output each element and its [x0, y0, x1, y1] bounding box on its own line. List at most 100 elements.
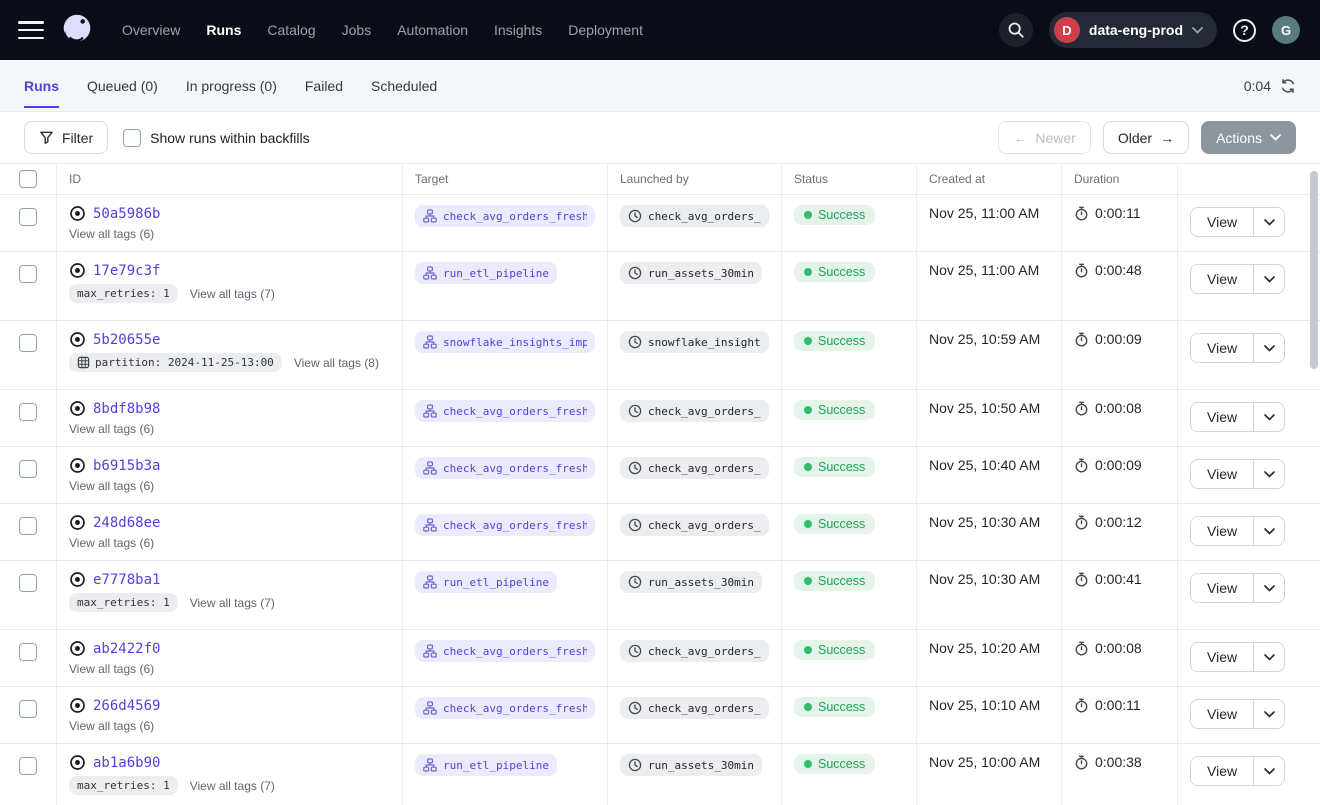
run-tag-pill[interactable]: max_retries: 1: [69, 593, 178, 612]
target-pill[interactable]: check_avg_orders_freshne: [415, 457, 595, 479]
actions-button[interactable]: Actions: [1201, 121, 1296, 154]
view-run-button[interactable]: View: [1191, 517, 1253, 545]
launched-by-pill[interactable]: check_avg_orders_f…: [620, 457, 769, 479]
view-all-tags-link[interactable]: View all tags (7): [190, 287, 275, 301]
launched-by-pill[interactable]: check_avg_orders_f…: [620, 697, 769, 719]
view-dropdown-button[interactable]: [1253, 757, 1284, 785]
view-dropdown-button[interactable]: [1253, 334, 1284, 362]
view-run-button[interactable]: View: [1191, 460, 1253, 488]
nav-item[interactable]: Runs: [206, 22, 241, 38]
row-checkbox[interactable]: [19, 403, 37, 421]
row-checkbox[interactable]: [19, 265, 37, 283]
run-id-link[interactable]: ab2422f0: [93, 641, 160, 657]
run-id-link[interactable]: 266d4569: [93, 698, 160, 714]
target-pill[interactable]: check_avg_orders_freshne: [415, 514, 595, 536]
view-run-button[interactable]: View: [1191, 700, 1253, 728]
row-checkbox[interactable]: [19, 208, 37, 226]
run-tag-pill[interactable]: max_retries: 1: [69, 284, 178, 303]
view-all-tags-link[interactable]: View all tags (6): [69, 719, 154, 733]
view-all-tags-link[interactable]: View all tags (6): [69, 479, 154, 493]
workspace-switcher[interactable]: D data-eng-prod: [1049, 12, 1217, 48]
run-id-link[interactable]: 248d68ee: [93, 515, 160, 531]
row-checkbox[interactable]: [19, 574, 37, 592]
view-dropdown-button[interactable]: [1253, 208, 1284, 236]
nav-item[interactable]: Automation: [397, 22, 468, 38]
launched-by-pill[interactable]: run_assets_30min: [620, 262, 762, 284]
target-pill[interactable]: check_avg_orders_freshne: [415, 205, 595, 227]
run-filter-tab[interactable]: In progress (0): [186, 78, 277, 94]
target-pill[interactable]: check_avg_orders_freshne: [415, 697, 595, 719]
target-pill[interactable]: check_avg_orders_freshne: [415, 640, 595, 662]
scrollbar-thumb[interactable]: [1310, 171, 1318, 369]
launched-by-pill[interactable]: check_avg_orders_f…: [620, 205, 769, 227]
nav-item[interactable]: Overview: [122, 22, 180, 38]
refresh-icon[interactable]: [1280, 78, 1296, 94]
view-all-tags-link[interactable]: View all tags (7): [190, 779, 275, 793]
run-id-link[interactable]: 50a5986b: [93, 206, 160, 222]
run-id-link[interactable]: ab1a6b90: [93, 755, 160, 771]
view-dropdown-button[interactable]: [1253, 700, 1284, 728]
target-pill[interactable]: check_avg_orders_freshne: [415, 400, 595, 422]
search-button[interactable]: [999, 13, 1033, 47]
help-icon[interactable]: ?: [1233, 19, 1256, 42]
run-filter-tab[interactable]: Scheduled: [371, 78, 437, 94]
view-run-button[interactable]: View: [1191, 757, 1253, 785]
hamburger-icon[interactable]: [18, 21, 44, 39]
view-all-tags-link[interactable]: View all tags (8): [294, 356, 379, 370]
launched-by-pill[interactable]: check_avg_orders_f…: [620, 640, 769, 662]
backfills-checkbox[interactable]: [123, 129, 141, 147]
view-dropdown-button[interactable]: [1253, 265, 1284, 293]
run-id-link[interactable]: 5b20655e: [93, 332, 160, 348]
view-run-button[interactable]: View: [1191, 334, 1253, 362]
row-checkbox[interactable]: [19, 334, 37, 352]
view-dropdown-button[interactable]: [1253, 643, 1284, 671]
row-checkbox[interactable]: [19, 700, 37, 718]
view-all-tags-link[interactable]: View all tags (6): [69, 227, 154, 241]
target-pill[interactable]: snowflake_insights_import: [415, 331, 595, 353]
nav-item[interactable]: Deployment: [568, 22, 643, 38]
filter-button[interactable]: Filter: [24, 121, 108, 154]
select-all-checkbox[interactable]: [19, 170, 37, 188]
nav-item[interactable]: Insights: [494, 22, 542, 38]
run-filter-tab[interactable]: Runs: [24, 78, 59, 94]
run-id-link[interactable]: 8bdf8b98: [93, 401, 160, 417]
launched-by-pill[interactable]: check_avg_orders_f…: [620, 514, 769, 536]
run-tag-pill[interactable]: partition: 2024-11-25-13:00: [69, 353, 282, 372]
view-run-button[interactable]: View: [1191, 574, 1253, 602]
nav-item[interactable]: Jobs: [342, 22, 372, 38]
view-all-tags-link[interactable]: View all tags (6): [69, 662, 154, 676]
run-filter-tab[interactable]: Failed: [305, 78, 343, 94]
view-all-tags-link[interactable]: View all tags (6): [69, 536, 154, 550]
row-checkbox[interactable]: [19, 757, 37, 775]
target-pill[interactable]: run_etl_pipeline: [415, 571, 557, 593]
newer-button[interactable]: ← Newer: [998, 121, 1090, 154]
view-all-tags-link[interactable]: View all tags (7): [190, 596, 275, 610]
row-checkbox[interactable]: [19, 517, 37, 535]
view-dropdown-button[interactable]: [1253, 517, 1284, 545]
view-dropdown-button[interactable]: [1253, 574, 1284, 602]
view-all-tags-link[interactable]: View all tags (6): [69, 422, 154, 436]
launched-by-pill[interactable]: run_assets_30min: [620, 571, 762, 593]
launched-by-pill[interactable]: check_avg_orders_f…: [620, 400, 769, 422]
user-avatar[interactable]: G: [1272, 16, 1300, 44]
view-run-button[interactable]: View: [1191, 208, 1253, 236]
dagster-logo[interactable]: [58, 11, 96, 49]
view-run-button[interactable]: View: [1191, 265, 1253, 293]
view-run-button[interactable]: View: [1191, 403, 1253, 431]
target-pill[interactable]: run_etl_pipeline: [415, 262, 557, 284]
target-pill[interactable]: run_etl_pipeline: [415, 754, 557, 776]
launched-by-pill[interactable]: snowflake_insights_…: [620, 331, 769, 353]
row-checkbox[interactable]: [19, 643, 37, 661]
older-button[interactable]: Older →: [1103, 121, 1189, 154]
row-checkbox[interactable]: [19, 460, 37, 478]
run-tag-pill[interactable]: max_retries: 1: [69, 776, 178, 795]
view-dropdown-button[interactable]: [1253, 460, 1284, 488]
launched-by-pill[interactable]: run_assets_30min: [620, 754, 762, 776]
run-id-link[interactable]: 17e79c3f: [93, 263, 160, 279]
run-id-link[interactable]: b6915b3a: [93, 458, 160, 474]
nav-item[interactable]: Catalog: [267, 22, 315, 38]
run-filter-tab[interactable]: Queued (0): [87, 78, 158, 94]
view-run-button[interactable]: View: [1191, 643, 1253, 671]
view-dropdown-button[interactable]: [1253, 403, 1284, 431]
run-id-link[interactable]: e7778ba1: [93, 572, 160, 588]
